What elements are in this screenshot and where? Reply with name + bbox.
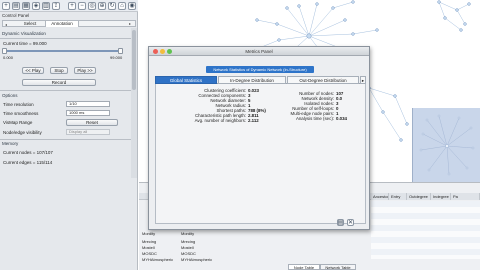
current-edges-label: Current edges = 115/114	[3, 160, 53, 165]
prev-tab-icon[interactable]: ◂	[5, 22, 9, 27]
global-statistics-panel: Clustering coefficient: 0.023 Connected …	[155, 84, 366, 224]
control-panel: Control Panel ◂ Select Annotation ▸ Dyna…	[0, 12, 138, 270]
import-network-icon[interactable]: ◈	[32, 2, 40, 10]
column-header[interactable]: Ancestors	[371, 193, 389, 200]
control-panel-title: Control Panel	[2, 13, 30, 18]
control-panel-tabs: ◂ Select Annotation ▸	[2, 20, 136, 27]
zoom-in-icon[interactable]: +	[68, 2, 76, 10]
tab-network-table[interactable]: Network Table	[320, 264, 356, 270]
vismap-reset-button[interactable]: Reset	[66, 119, 118, 126]
close-icon[interactable]	[153, 49, 158, 54]
metric-label: Analysis time (sec):	[295, 116, 334, 121]
stop-button[interactable]: Stop	[50, 67, 68, 74]
save-icon[interactable]: ▦	[22, 2, 30, 10]
control-panel-scrollbar[interactable]	[131, 28, 137, 178]
time-resolution-field[interactable]: 1/10	[66, 101, 110, 107]
zoom-selected-icon[interactable]: ⊕	[98, 2, 106, 10]
table-cell[interactable]: MYHAtmospheric	[140, 257, 178, 263]
time-smoothness-field[interactable]: 1000 ms	[66, 110, 110, 116]
table-row[interactable]	[371, 249, 480, 255]
node-edge-visibility-label: Node/edge visibility	[3, 130, 42, 135]
open-icon[interactable]: ▤	[12, 2, 20, 10]
dialog-subtitle: Network Statistics of Dynamic Network (I…	[206, 66, 314, 73]
scrollbar-thumb[interactable]	[132, 30, 136, 90]
zoom-out-icon[interactable]: −	[78, 2, 86, 10]
time-resolution-label: Time resolution	[3, 102, 34, 107]
import-table-icon[interactable]: ▥	[42, 2, 50, 10]
tabs-more-icon[interactable]: ▸	[360, 76, 366, 84]
export-icon[interactable]: ⇪	[52, 2, 60, 10]
options-header: Options	[2, 93, 18, 98]
column-header[interactable]: Pa	[451, 193, 480, 200]
table-row[interactable]	[371, 213, 480, 219]
tab-global-statistics[interactable]: Global Statistics	[155, 76, 217, 84]
table-row[interactable]	[371, 201, 480, 207]
eye-icon[interactable]: ◉	[128, 2, 136, 10]
tab-annotation[interactable]: Annotation	[45, 21, 79, 27]
slider-min-label: 0.000	[3, 55, 14, 60]
play-forward-button[interactable]: Play >>	[74, 67, 96, 74]
maximize-icon[interactable]	[167, 49, 172, 54]
tab-node-table[interactable]: Node Table	[288, 264, 320, 270]
dialog-title: Metrics Panel	[245, 49, 273, 54]
tab-out-degree-distribution[interactable]: Out-Degree Distribution	[287, 76, 359, 84]
slider-max-label: 99.000	[110, 55, 123, 60]
table-body	[371, 201, 480, 259]
time-slider-start-handle[interactable]	[2, 48, 7, 54]
metric-label: Avg. number of neighbors:	[194, 118, 246, 123]
column-header[interactable]: Indegree	[431, 193, 451, 200]
current-time-label: Current time = 99.000	[3, 41, 47, 46]
divider	[0, 90, 138, 91]
divider	[0, 38, 138, 39]
new-session-icon[interactable]: +	[2, 2, 10, 10]
column-header[interactable]: Entry	[389, 193, 407, 200]
time-slider-track[interactable]	[2, 48, 123, 54]
save-statistics-icon[interactable]: ▤	[337, 219, 344, 226]
play-backward-button[interactable]: << Play	[22, 67, 44, 74]
minimap-graph	[419, 114, 475, 176]
dialog-titlebar[interactable]: Metrics Panel	[149, 47, 369, 56]
metric-value: 0.034	[336, 116, 347, 121]
main-toolbar: + ▤ ▦ ◈ ▥ ⇪ + − ◎ ⊕ ↻ ⌂ ◉	[0, 0, 138, 12]
table-cell[interactable]: MYHAtmospheric	[179, 257, 217, 263]
dialog-tabs: Global Statistics In-Degree Distribution…	[155, 76, 366, 84]
metrics-dialog: Metrics Panel Network Statistics of Dyna…	[148, 46, 370, 230]
dynamic-visualization-header: Dynamic Visualization	[2, 31, 46, 36]
tab-select[interactable]: Select	[15, 21, 45, 27]
tab-in-degree-distribution[interactable]: In-Degree Distribution	[218, 76, 286, 84]
current-nodes-label: Current nodes = 107/107	[3, 150, 53, 155]
time-slider-fill	[4, 50, 122, 52]
table-cell[interactable]: Mordity	[179, 231, 215, 237]
refresh-icon[interactable]: ↻	[108, 2, 116, 10]
network-overview-minimap[interactable]	[412, 108, 480, 184]
memory-header: Memory	[2, 141, 19, 146]
table-row[interactable]	[371, 237, 480, 243]
zoom-fit-icon[interactable]: ◎	[88, 2, 96, 10]
divider	[0, 139, 138, 140]
table-row[interactable]	[371, 225, 480, 231]
close-dialog-icon[interactable]: ✕	[347, 219, 354, 226]
vismap-range-label: VisMap Range	[3, 120, 33, 125]
home-icon[interactable]: ⌂	[118, 2, 126, 10]
column-header[interactable]: Outdegree	[407, 193, 431, 200]
time-slider-end-handle[interactable]	[118, 48, 123, 54]
minimize-icon[interactable]	[160, 49, 165, 54]
next-tab-icon[interactable]: ▸	[125, 21, 135, 27]
cytoscape-window: + ▤ ▦ ◈ ▥ ⇪ + − ◎ ⊕ ↻ ⌂ ◉ Control Panel …	[0, 0, 480, 270]
table-cell[interactable]: Mordity	[140, 231, 176, 237]
record-button[interactable]: Record	[22, 79, 96, 86]
time-smoothness-label: Time smoothness	[3, 111, 39, 116]
node-edge-visibility-select[interactable]: Display all	[66, 129, 110, 135]
